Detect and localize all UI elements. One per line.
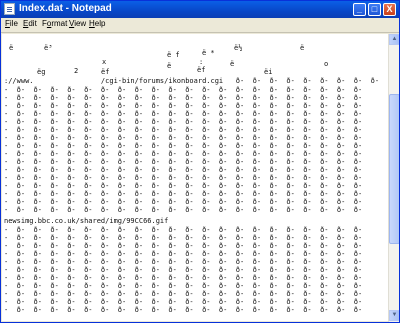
menu-format-label-b: rmat <box>51 19 68 28</box>
menu-help-label: elp <box>94 19 106 28</box>
text-fragment: ë <box>9 44 14 52</box>
close-button[interactable]: X <box>383 3 396 16</box>
text-fragment: ë½ <box>234 44 243 52</box>
text-fragment: ë <box>167 62 172 70</box>
text-fragment: 2 <box>74 67 79 75</box>
menu-file-label: ile <box>9 19 18 28</box>
menu-view[interactable]: View <box>69 19 86 28</box>
text-area[interactable]: ë ë³ ë f ë * ë½ ë x : ë ë o ëg 2 ëf ëf ë… <box>2 34 388 321</box>
text-fragment: ëi <box>264 68 273 76</box>
text-block-rows: - ð- ð- ð- ð- ð- ð- ð- ð- ð- ð- ð- ð- ð-… <box>4 226 363 314</box>
text-line-url: newsimg.bbc.co.uk/shared/img/99CC66.gif <box>4 217 169 225</box>
vertical-scrollbar[interactable]: ▲ ▼ <box>388 34 399 322</box>
text-fragment: : <box>199 58 204 66</box>
menu-help[interactable]: Help <box>89 19 105 28</box>
menu-bar: File Edit Format View Help <box>1 18 399 33</box>
minimize-button[interactable]: _ <box>353 3 366 16</box>
maximize-button[interactable]: □ <box>368 3 381 16</box>
title-bar[interactable]: Index.dat - Notepad _ □ X <box>1 1 399 18</box>
menu-file[interactable]: File <box>5 19 18 28</box>
text-fragment: ëg <box>37 68 46 76</box>
text-fragment: o <box>324 60 329 68</box>
menu-format[interactable]: Format <box>42 19 67 28</box>
text-fragment: ëf <box>101 68 110 76</box>
scroll-thumb[interactable] <box>389 94 399 244</box>
window-title: Index.dat - Notepad <box>19 3 112 14</box>
menu-edit[interactable]: Edit <box>23 19 37 28</box>
text-fragment: ëf <box>197 66 206 74</box>
text-fragment: ë <box>230 60 235 68</box>
notepad-window: Index.dat - Notepad _ □ X File Edit Form… <box>0 0 400 323</box>
text-line-url: ://www. /cgi-bin/forums/ikonboard.cgi ð-… <box>4 77 380 85</box>
text-block-rows: - ð- ð- ð- ð- ð- ð- ð- ð- ð- ð- ð- ð- ð-… <box>4 86 363 214</box>
notepad-icon <box>4 3 15 15</box>
menu-view-label: iew <box>74 19 87 28</box>
text-fragment: ë * <box>202 49 215 57</box>
text-fragment: ë f <box>167 51 180 59</box>
scroll-up-arrow-icon[interactable]: ▲ <box>389 34 399 45</box>
text-fragment: ë³ <box>44 44 53 52</box>
text-fragment: x <box>102 58 107 66</box>
menu-edit-label: dit <box>28 19 37 28</box>
text-fragment: ë <box>300 44 305 52</box>
scroll-down-arrow-icon[interactable]: ▼ <box>389 310 399 321</box>
